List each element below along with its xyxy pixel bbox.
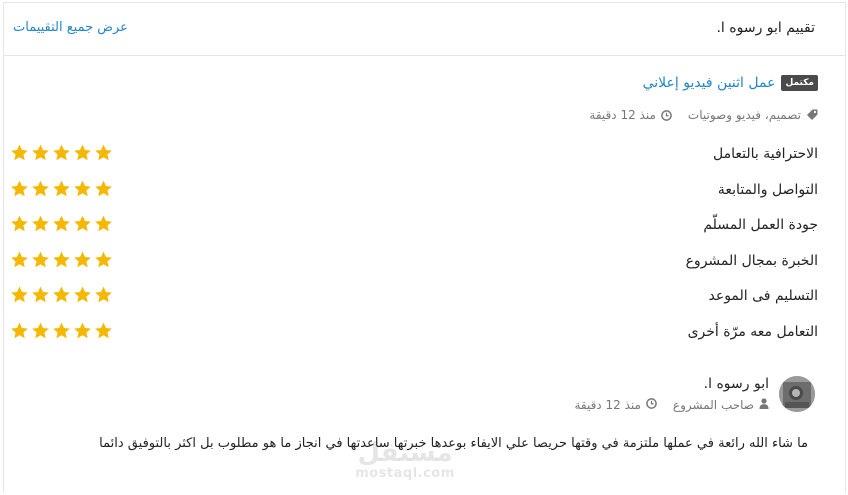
- star-icon: [11, 215, 28, 232]
- project-meta: تصميم، فيديو وصوتيات منذ 12 دقيقة: [589, 108, 818, 122]
- reviewer-time: منذ 12 دقيقة: [574, 398, 641, 412]
- reviewer: ابو رسوه ا. صاحب المشروع منذ 12 دقيقة: [574, 376, 815, 412]
- avatar[interactable]: [779, 376, 815, 412]
- project-time: منذ 12 دقيقة: [589, 108, 656, 122]
- star-icon: [95, 180, 112, 196]
- star-icon: [74, 180, 91, 196]
- criterion-row: الاحترافية بالتعامل: [10, 142, 818, 178]
- star-icon: [95, 322, 112, 338]
- star-icon: [53, 251, 70, 267]
- criterion-label: الخبرة بمجال المشروع: [685, 252, 818, 269]
- star-icon: [32, 180, 49, 196]
- review-comment: ما شاء الله رائعة في عملها ملتزمة في وقت…: [99, 436, 808, 451]
- star-icon: [74, 215, 91, 232]
- star-icon: [11, 286, 28, 303]
- star-rating: [10, 250, 113, 269]
- reviewer-role: صاحب المشروع: [672, 398, 754, 412]
- project-heading: مكتمل عمل اثنين فيديو إعلاني: [643, 75, 818, 91]
- tag-icon: [806, 109, 818, 121]
- star-icon: [95, 251, 112, 267]
- star-icon: [95, 144, 112, 161]
- status-badge: مكتمل: [781, 75, 818, 91]
- star-icon: [53, 286, 70, 303]
- star-icon: [11, 144, 28, 161]
- card-header: تقييم ابو رسوه ا. عرض جميع التقييمات: [4, 3, 845, 56]
- criterion-row: جودة العمل المسلّم: [10, 213, 818, 249]
- star-icon: [11, 180, 28, 196]
- star-icon: [74, 322, 91, 338]
- star-icon: [32, 215, 49, 232]
- star-rating: [10, 214, 113, 233]
- star-icon: [11, 322, 28, 338]
- project-title-link[interactable]: عمل اثنين فيديو إعلاني: [643, 75, 776, 91]
- card-title: تقييم ابو رسوه ا.: [716, 20, 815, 36]
- star-icon: [53, 144, 70, 161]
- criteria-list: الاحترافية بالتعامل التواصل والمتابعة جودة…: [10, 142, 818, 355]
- star-rating: [10, 285, 113, 304]
- star-icon: [74, 251, 91, 267]
- star-icon: [74, 144, 91, 161]
- criterion-label: جودة العمل المسلّم: [703, 217, 818, 233]
- star-icon: [95, 215, 112, 232]
- criterion-row: الخبرة بمجال المشروع: [10, 249, 818, 285]
- star-icon: [53, 215, 70, 232]
- star-icon: [11, 251, 28, 267]
- reviewer-meta: صاحب المشروع منذ 12 دقيقة: [574, 398, 769, 412]
- view-all-ratings-link[interactable]: عرض جميع التقييمات: [13, 20, 128, 35]
- user-icon: [759, 398, 769, 412]
- clock-icon: [646, 398, 657, 412]
- star-rating: [10, 321, 113, 340]
- star-icon: [32, 286, 49, 303]
- star-icon: [53, 322, 70, 338]
- star-icon: [95, 286, 112, 303]
- criterion-row: التواصل والمتابعة: [10, 178, 818, 214]
- star-icon: [74, 286, 91, 303]
- criterion-label: الاحترافية بالتعامل: [712, 146, 818, 162]
- star-icon: [53, 180, 70, 196]
- criterion-row: التعامل معه مرّة أخرى: [10, 320, 818, 356]
- star-rating: [10, 143, 113, 162]
- project-category[interactable]: تصميم، فيديو وصوتيات: [688, 108, 801, 122]
- reviewer-name[interactable]: ابو رسوه ا.: [574, 376, 769, 392]
- criterion-label: التعامل معه مرّة أخرى: [687, 323, 818, 340]
- star-icon: [32, 322, 49, 338]
- star-rating: [10, 179, 113, 198]
- criterion-label: التسليم فى الموعد: [708, 288, 819, 304]
- criterion-label: التواصل والمتابعة: [717, 181, 818, 198]
- criterion-row: التسليم فى الموعد: [10, 284, 818, 320]
- star-icon: [32, 144, 49, 161]
- star-icon: [32, 251, 49, 267]
- clock-icon: [661, 109, 672, 121]
